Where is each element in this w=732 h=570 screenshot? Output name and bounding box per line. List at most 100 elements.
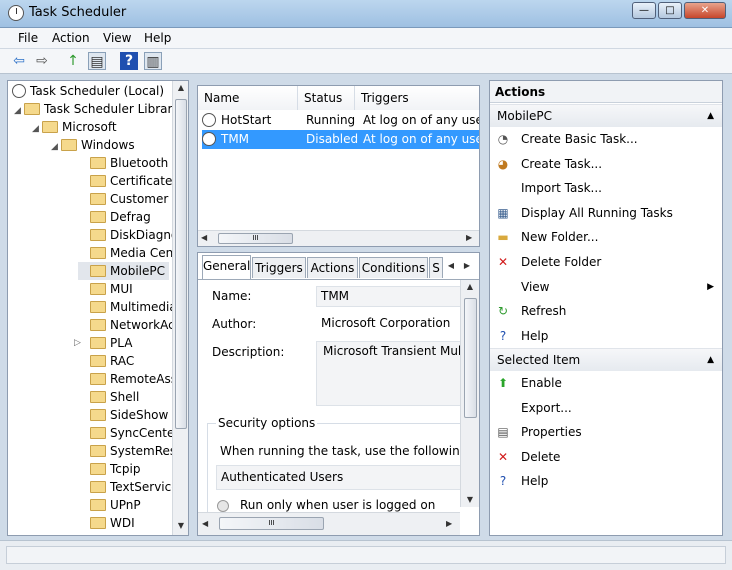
tree-microsoft[interactable]: ◢ Microsoft [32,118,117,136]
minimize-button[interactable]: — [632,2,656,19]
column-triggers-header[interactable]: Triggers [355,86,479,110]
show-hide-tree-icon[interactable]: ▤ [88,52,106,70]
tab-actions[interactable]: Actions [307,257,358,278]
run-only-radio[interactable] [217,500,229,512]
task-list-horizontal-scrollbar[interactable]: ◀ III ▶ [198,230,479,246]
scroll-right-arrow-icon[interactable]: ▶ [446,519,452,528]
scroll-up-arrow-icon[interactable]: ▲ [461,282,479,291]
tree-folder-item[interactable]: SyncCenter [78,424,179,442]
forward-icon[interactable]: ⇨ [33,52,51,70]
tree-windows[interactable]: ◢ Windows [51,136,135,154]
scroll-left-arrow-icon[interactable]: ◀ [201,233,207,242]
action-delete-folder[interactable]: ✕ Delete Folder [490,250,722,274]
tree-scroll-thumb[interactable] [175,99,187,429]
tree-folder-item[interactable]: Bluetooth [78,154,168,172]
details-scroll-thumb[interactable] [464,298,477,418]
collapse-up-icon[interactable]: ▲ [707,105,714,128]
up-folder-icon[interactable]: ↑ [64,52,82,70]
tree-library[interactable]: ◢ Task Scheduler Library [14,100,180,118]
collapse-arrow-icon[interactable]: ◢ [51,138,61,156]
clock-icon [202,113,216,127]
column-status-header[interactable]: Status [298,86,355,110]
tree-folder-item[interactable]: TextService [78,478,179,496]
tree-folder-item[interactable]: DiskDiagno [78,226,178,244]
tab-settings[interactable]: S [429,257,443,278]
tree-folder-item[interactable]: UPnP [78,496,141,514]
action-delete[interactable]: ✕ Delete [490,445,722,469]
menu-action[interactable]: Action [52,31,90,45]
column-name-header[interactable]: Name [198,86,298,110]
tree-folder-item[interactable]: Tcpip [78,460,140,478]
action-create-basic-task[interactable]: ◔ Create Basic Task... [490,127,722,151]
action-enable[interactable]: ⬆ Enable [490,371,722,395]
details-vertical-scrollbar[interactable]: ▲ ▼ [460,280,479,507]
scroll-down-arrow-icon[interactable]: ▼ [461,495,479,504]
collapse-up-icon[interactable]: ▲ [707,349,714,372]
action-help[interactable]: ? Help [490,469,722,493]
tree-folder-item[interactable]: RemoteAss [78,370,177,388]
scroll-left-arrow-icon[interactable]: ◀ [202,519,208,528]
tree-folder-item[interactable]: SystemRest [78,442,181,460]
maximize-button[interactable]: □ [658,2,682,19]
security-user-field[interactable]: Authenticated Users [216,465,461,490]
tree-folder-item[interactable]: MobilePC [78,262,169,280]
tree-folder-item[interactable]: NetworkAc [78,316,175,334]
action-export[interactable]: Export... [490,396,722,420]
tab-conditions[interactable]: Conditions [359,257,428,278]
tree-folder-label: SideShow [110,408,169,422]
collapse-arrow-icon[interactable]: ◢ [14,102,24,120]
tree-folder-item[interactable]: RAC [78,352,134,370]
tree-microsoft-label: Microsoft [62,120,117,134]
tab-scroll-right-icon[interactable]: ▶ [460,261,474,270]
action-display-all-running-tasks[interactable]: ▦ Display All Running Tasks [490,201,722,225]
folder-icon [90,229,106,241]
tree-folder-item[interactable]: MUI [78,280,133,298]
tab-general[interactable]: General [202,255,251,279]
show-action-pane-icon[interactable]: ▥ [144,52,162,70]
section-mobilepc[interactable]: MobilePC ▲ [490,104,722,127]
help-icon[interactable]: ? [120,52,138,70]
task-list-scroll-thumb[interactable]: III [218,233,293,244]
menu-file[interactable]: File [18,31,38,45]
close-button[interactable]: ✕ [684,2,726,19]
task-row[interactable]: HotStart Running At log on of any user [202,111,479,130]
action-new-folder[interactable]: ▬ New Folder... [490,225,722,249]
tree-folder-item[interactable]: Defrag [78,208,151,226]
tree-root[interactable]: Task Scheduler (Local) [12,82,164,100]
scroll-up-arrow-icon[interactable]: ▲ [173,83,188,92]
tree-folder-item[interactable]: WDI [78,514,135,532]
tree-folder-item[interactable]: Customer E [78,190,180,208]
task-row-selected[interactable]: TMM Disabled At log on of any user [202,130,479,149]
tree-vertical-scrollbar[interactable]: ▲ ▼ [172,81,188,535]
section-selected-item[interactable]: Selected Item ▲ [490,348,722,371]
tree-folder-item[interactable]: SideShow [78,406,168,424]
action-create-task[interactable]: ◕ Create Task... [490,152,722,176]
folder-icon [90,319,106,331]
tree-folder-item[interactable]: Media Cent [78,244,178,262]
expand-arrow-icon[interactable]: ▷ [74,334,81,352]
menu-view[interactable]: View [103,31,131,45]
tree-folder-item[interactable]: Multimedia [78,298,177,316]
folder-icon [42,121,58,133]
tree-folder-item[interactable]: ▷ PLA [74,334,132,352]
tab-scroll-left-icon[interactable]: ◀ [444,261,458,270]
scroll-right-arrow-icon[interactable]: ▶ [466,233,472,242]
action-view[interactable]: View ▶ [490,275,722,299]
description-field[interactable]: Microsoft Transient Multi- [316,341,461,406]
details-horizontal-scrollbar[interactable]: ◀ III ▶ [198,512,460,535]
tree-folder-item[interactable]: CertificateS [78,172,180,190]
back-icon[interactable]: ⇦ [10,52,28,70]
name-field[interactable]: TMM [316,286,461,307]
scroll-down-arrow-icon[interactable]: ▼ [173,521,188,530]
action-import-task[interactable]: Import Task... [490,176,722,200]
collapse-arrow-icon[interactable]: ◢ [32,120,42,138]
action-properties[interactable]: ▤ Properties [490,420,722,444]
menu-help[interactable]: Help [144,31,171,45]
tab-triggers[interactable]: Triggers [252,257,306,278]
author-field[interactable]: Microsoft Corporation [316,313,461,334]
details-scroll-thumb-h[interactable]: III [219,517,324,530]
folder-icon [90,517,106,529]
action-help[interactable]: ? Help [490,324,722,348]
tree-folder-item[interactable]: Shell [78,388,139,406]
action-refresh[interactable]: ↻ Refresh [490,299,722,323]
